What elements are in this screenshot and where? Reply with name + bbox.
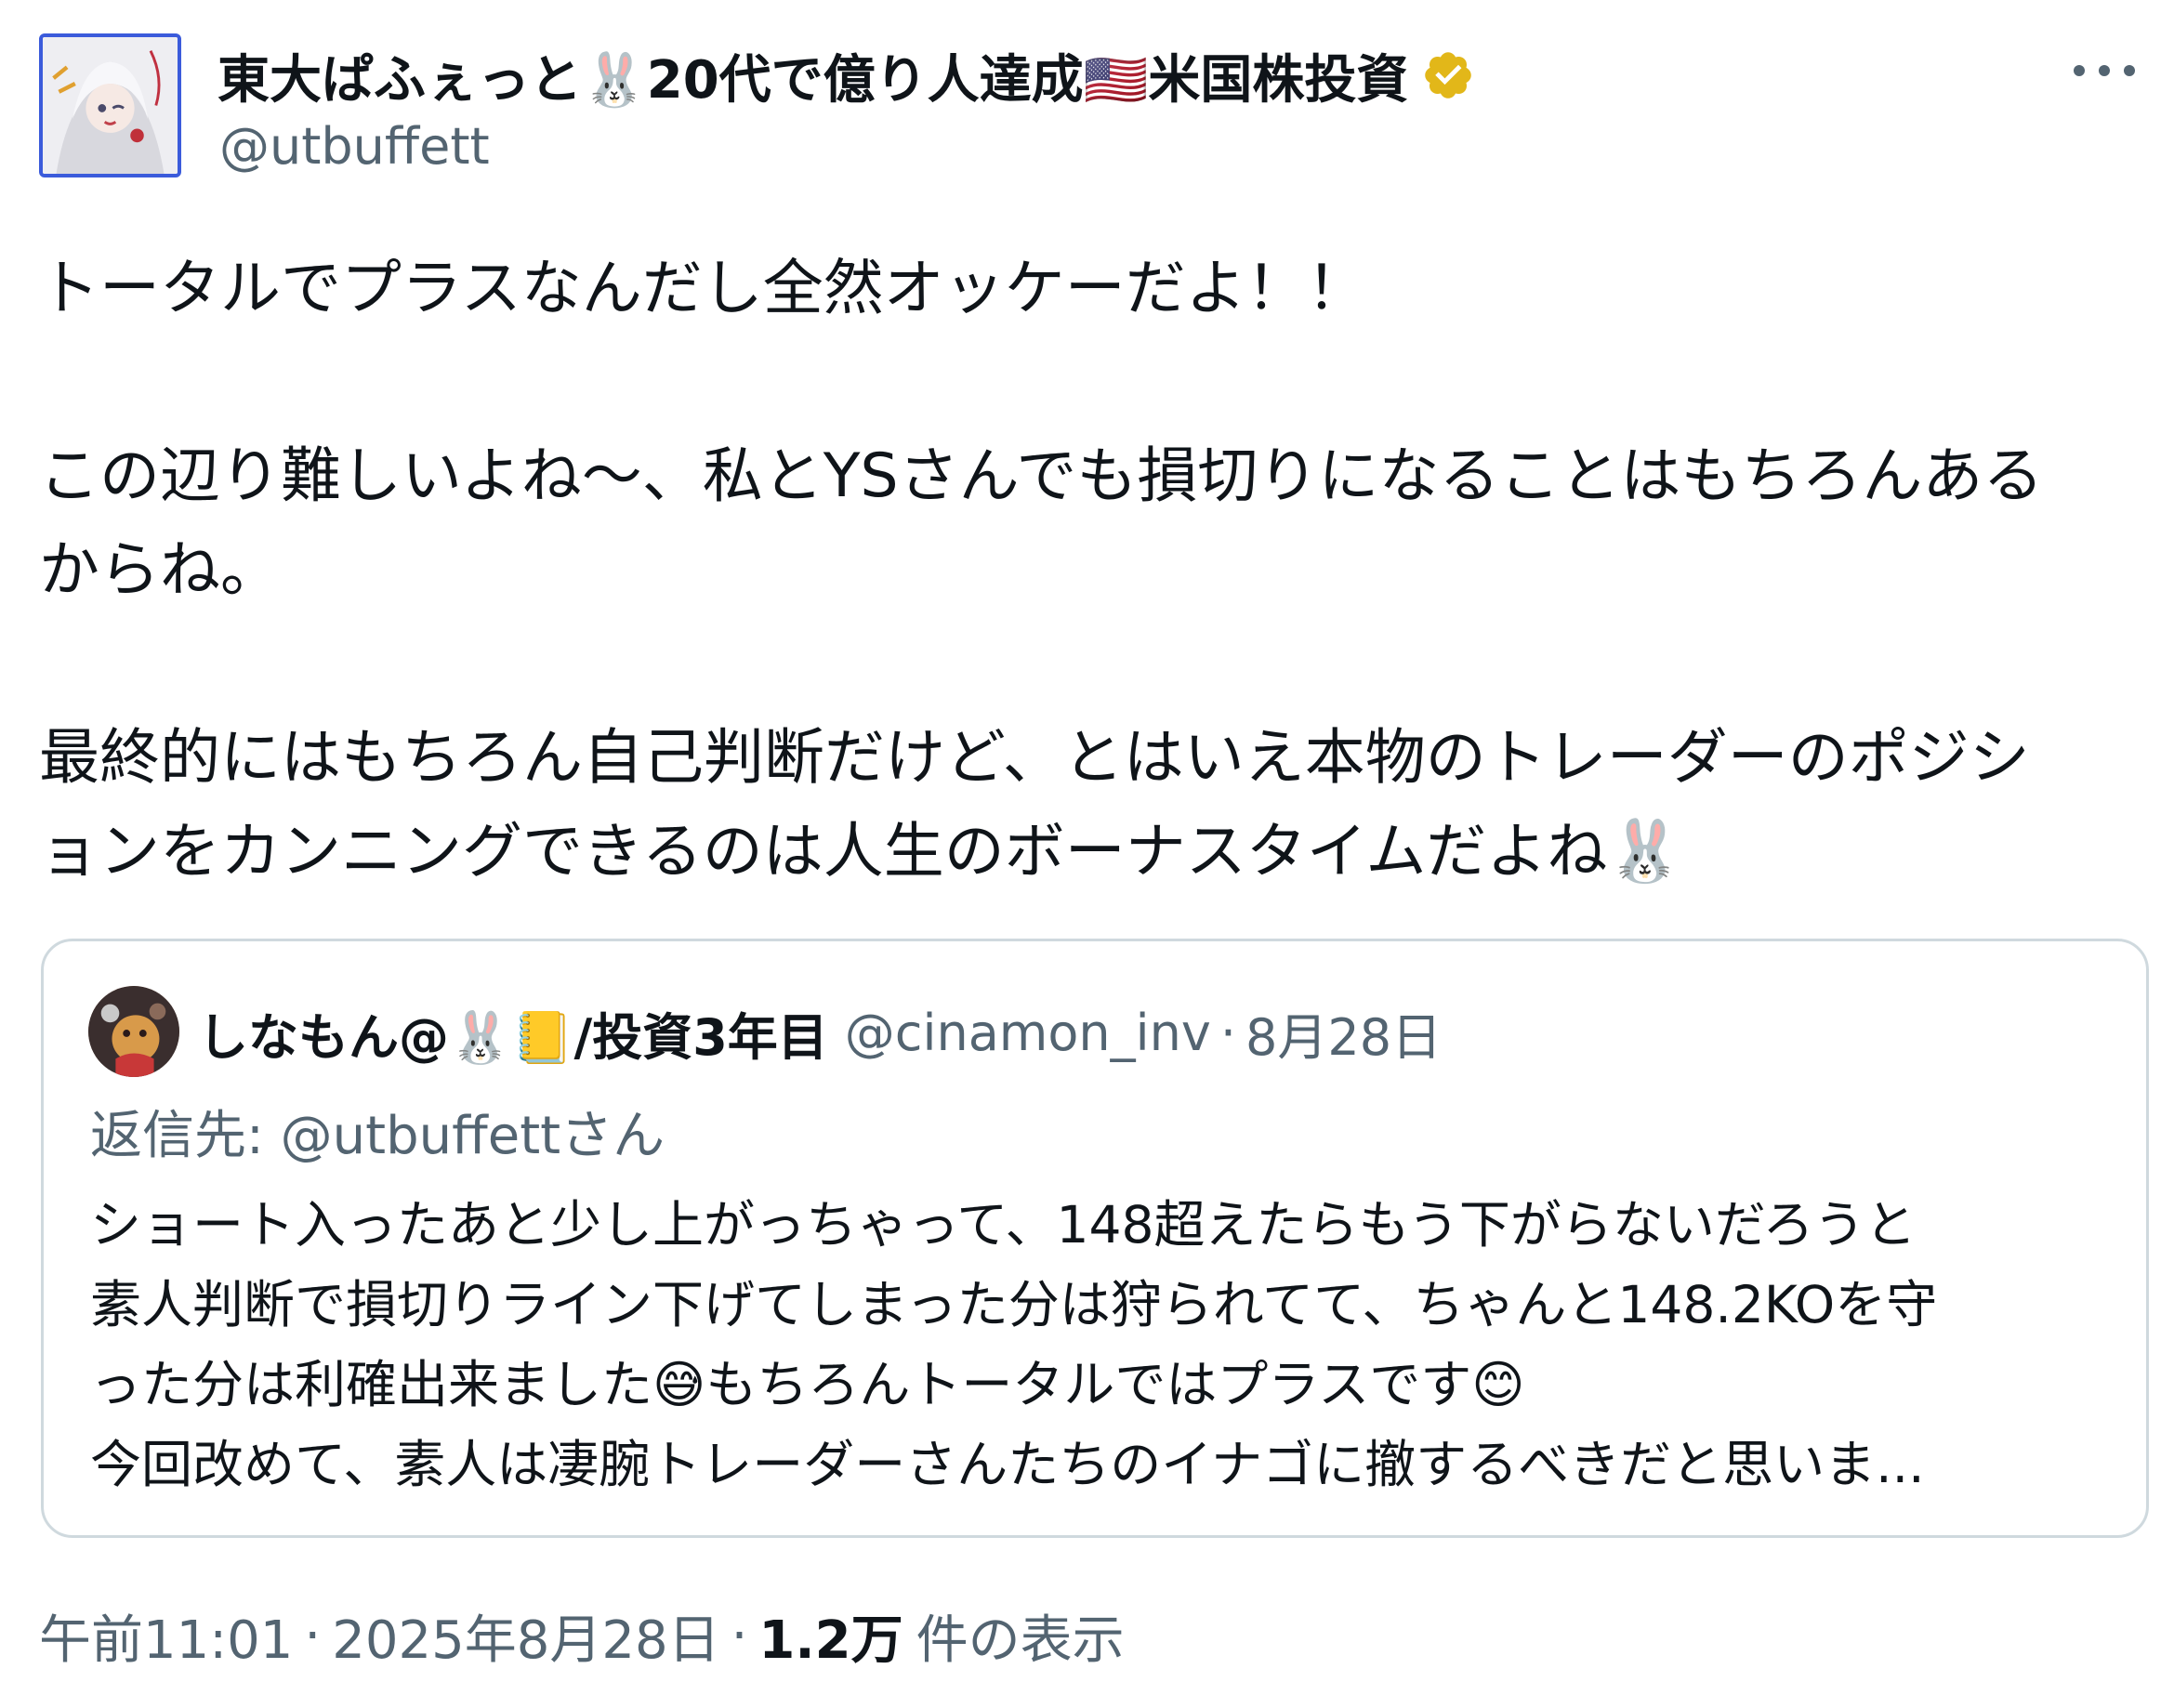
views-label: 件の表示 (916, 1609, 1125, 1671)
quoted-handle[interactable]: @cinamon_inv (845, 1004, 1211, 1062)
quoted-date[interactable]: 8月28日 (1245, 996, 1442, 1070)
quoted-author-avatar[interactable] (88, 986, 179, 1077)
quoted-separator: · (1219, 1003, 1237, 1062)
quoted-tweet[interactable]: しなもん@🐰📒/投資3年目 @cinamon_inv · 8月28日 返信先: … (41, 939, 2149, 1538)
quoted-display-name[interactable]: しなもん@🐰📒/投資3年目 (198, 996, 828, 1070)
author-avatar[interactable] (39, 33, 181, 177)
tweet: 東大ぱふぇっと🐰20代で億り人達成🇺🇸米国株投資 @utbuffett トータル… (0, 0, 2174, 1708)
ellipsis-icon[interactable] (2074, 48, 2135, 93)
footer-separator: · (731, 1605, 748, 1666)
verified-badge-icon[interactable] (1421, 48, 1475, 102)
views-count[interactable]: 1.2万 (758, 1598, 903, 1674)
quoted-text: ショート入ったあと少し上がっちゃって、148超えたらもう下がらないだろうと 素人… (90, 1195, 1938, 1494)
author-display-name[interactable]: 東大ぱふぇっと🐰20代で億り人達成🇺🇸米国株投資 (217, 38, 1408, 113)
tweet-date[interactable]: 2025年8月28日 (332, 1598, 719, 1674)
tweet-footer: 午前11:01 · 2025年8月28日 · 1.2万 件の表示 (39, 1598, 1125, 1673)
quoted-header: しなもん@🐰📒/投資3年目 @cinamon_inv · 8月28日 (198, 988, 1442, 1077)
author-handle[interactable]: @utbuffett (219, 117, 490, 176)
author-name-row: 東大ぱふぇっと🐰20代で億り人達成🇺🇸米国株投資 (217, 33, 1475, 117)
footer-separator: · (304, 1605, 322, 1666)
tweet-body: トータルでプラスなんだし全然オッケーだよ！！ この辺り難しいよね〜、私とYSさん… (39, 254, 2044, 887)
tweet-time[interactable]: 午前11:01 (39, 1598, 293, 1674)
quoted-reply-to[interactable]: 返信先: @utbuffettさん (90, 1094, 665, 1169)
